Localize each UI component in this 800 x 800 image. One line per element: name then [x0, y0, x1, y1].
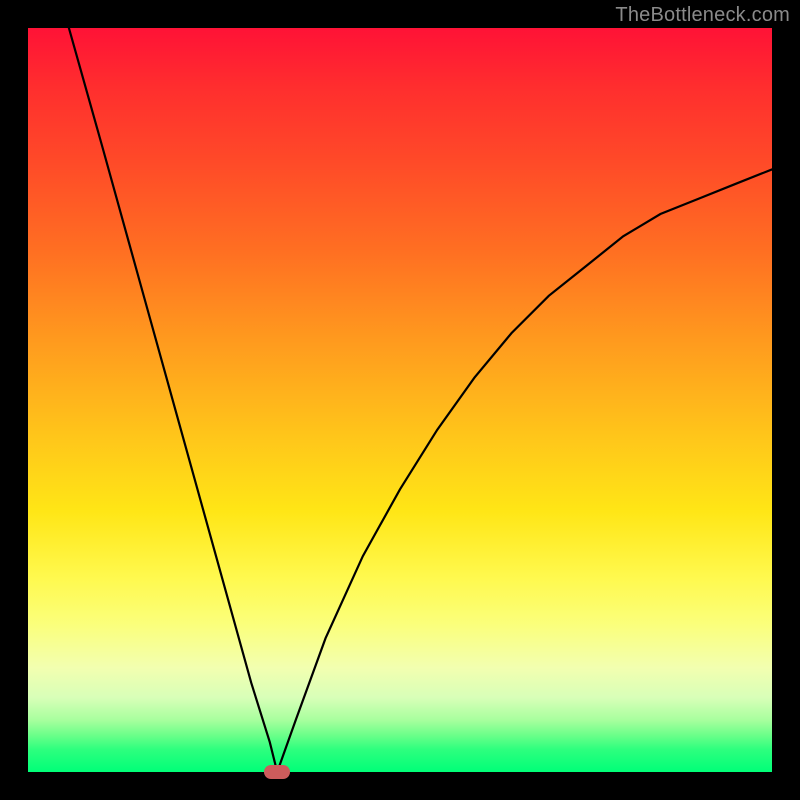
chart-frame: TheBottleneck.com	[0, 0, 800, 800]
min-marker	[264, 765, 290, 779]
bottleneck-curve	[28, 28, 772, 772]
curve-path	[69, 28, 772, 772]
plot-area	[28, 28, 772, 772]
watermark-text: TheBottleneck.com	[615, 4, 790, 27]
